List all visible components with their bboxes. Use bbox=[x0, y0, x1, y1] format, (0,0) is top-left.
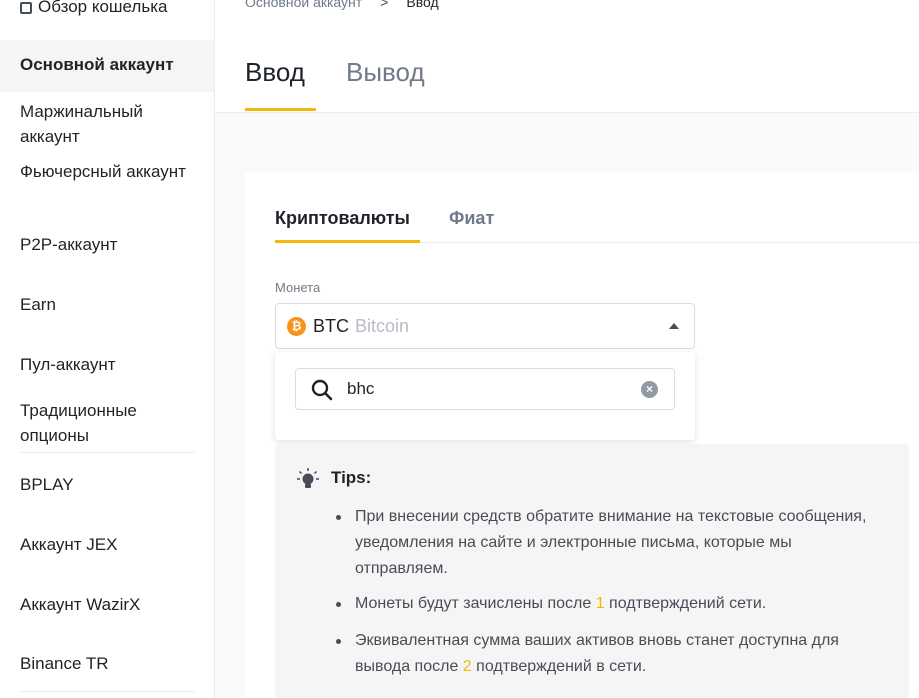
active-subtab-indicator bbox=[275, 240, 420, 243]
confirmations-count: 1 bbox=[595, 595, 605, 612]
sidebar-item-pool-account[interactable]: Пул-аккаунт bbox=[20, 352, 200, 377]
sidebar-item-margin-account[interactable]: Маржинальный аккаунт bbox=[20, 99, 200, 149]
sidebar-item-bplay[interactable]: BPLAY bbox=[20, 472, 200, 497]
sidebar-item-jex[interactable]: Аккаунт JEX bbox=[20, 532, 200, 557]
coin-search-input[interactable]: bhc × bbox=[295, 368, 675, 410]
breadcrumb-current: Ввод bbox=[406, 0, 439, 10]
coin-dropdown: bhc × bbox=[275, 352, 695, 440]
tips-title: Tips: bbox=[331, 468, 372, 487]
tip-item: При внесении средств обратите внимание н… bbox=[336, 504, 875, 582]
sidebar-divider bbox=[20, 452, 195, 453]
coin-select[interactable]: ₿ BTC Bitcoin bbox=[275, 303, 695, 349]
coin-label: Монета bbox=[275, 280, 321, 295]
tab-deposit[interactable]: Ввод bbox=[245, 56, 305, 88]
tip-item: Монеты будут зачислены после 1 подтвержд… bbox=[336, 591, 875, 617]
clear-icon[interactable]: × bbox=[641, 381, 658, 398]
lightbulb-icon bbox=[297, 468, 319, 488]
sidebar-divider bbox=[20, 691, 195, 692]
sidebar-item-wallet-overview[interactable]: Обзор кошелька bbox=[20, 0, 200, 19]
page-header: Основной аккаунт > Ввод Ввод Вывод bbox=[215, 0, 919, 113]
coin-symbol: BTC bbox=[313, 316, 349, 336]
coin-name: Bitcoin bbox=[355, 316, 410, 336]
sidebar-item-wazirx[interactable]: Аккаунт WazirX bbox=[20, 592, 200, 617]
wallet-icon bbox=[20, 1, 32, 14]
caret-up-icon bbox=[669, 323, 679, 329]
sidebar-item-binance-tr[interactable]: Binance TR bbox=[20, 651, 200, 676]
sidebar-item-futures-account[interactable]: Фьючерсный аккаунт bbox=[20, 159, 200, 184]
active-tab-indicator bbox=[245, 108, 316, 111]
breadcrumb-parent[interactable]: Основной аккаунт bbox=[245, 0, 362, 10]
tab-crypto[interactable]: Криптовалюты bbox=[275, 206, 410, 230]
deposit-card: Криптовалюты Фиат Монета ₿ BTC Bitcoin b… bbox=[245, 172, 919, 698]
asset-type-tabs: Криптовалюты Фиат bbox=[275, 206, 919, 243]
search-icon bbox=[311, 379, 333, 401]
confirmations-count: 2 bbox=[462, 658, 472, 675]
tab-withdraw[interactable]: Вывод bbox=[346, 56, 425, 88]
tab-fiat[interactable]: Фиат bbox=[449, 206, 494, 230]
sidebar-item-main-account[interactable]: Основной аккаунт bbox=[0, 40, 214, 92]
sidebar-item-earn[interactable]: Earn bbox=[20, 292, 200, 317]
sidebar: Обзор кошелька Основной аккаунт Маржинал… bbox=[0, 0, 215, 698]
sidebar-item-p2p-account[interactable]: P2P-аккаунт bbox=[20, 232, 200, 257]
breadcrumb: Основной аккаунт > Ввод bbox=[245, 0, 439, 10]
tip-item: Эквивалентная сумма ваших активов вновь … bbox=[336, 628, 875, 680]
breadcrumb-separator: > bbox=[380, 0, 389, 10]
search-value: bhc bbox=[347, 379, 375, 398]
sidebar-item-options[interactable]: Традиционные опционы bbox=[20, 398, 200, 448]
tips-panel: Tips: При внесении средств обратите вним… bbox=[275, 444, 909, 698]
bitcoin-icon: ₿ bbox=[287, 317, 306, 336]
